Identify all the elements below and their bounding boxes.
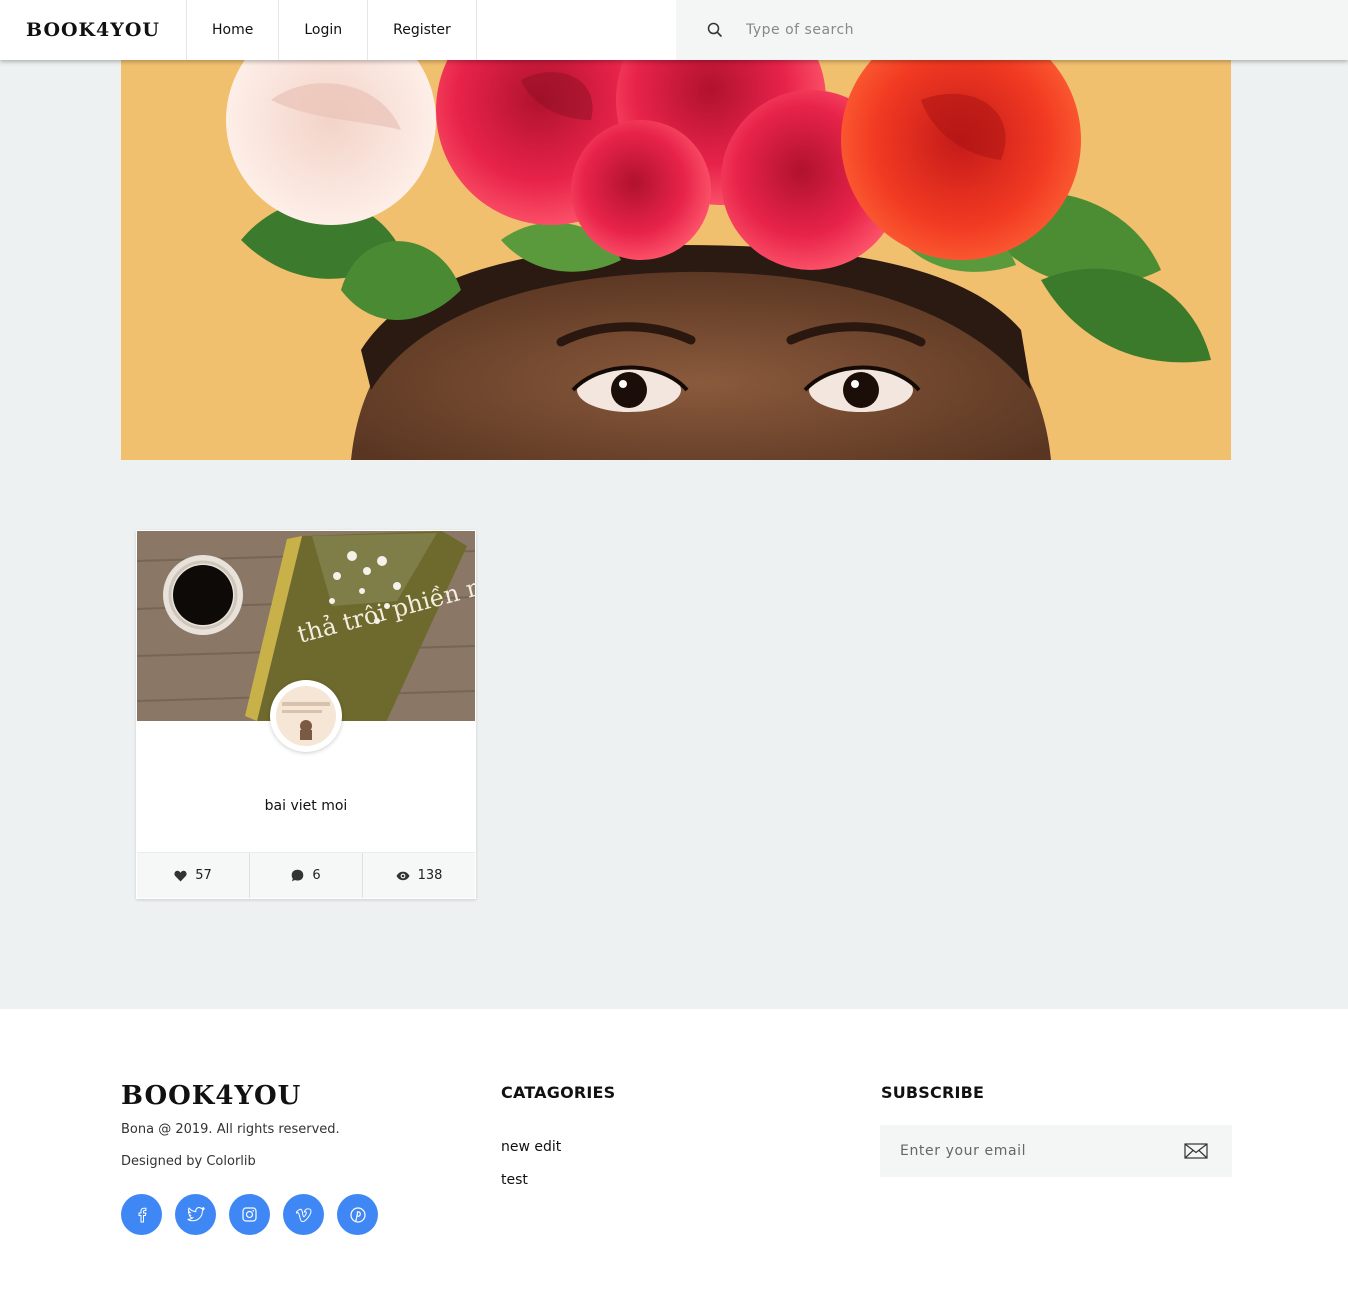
- copyright-text: Bona @ 2019. All rights reserved.: [121, 1122, 340, 1137]
- envelope-icon[interactable]: [1184, 1143, 1208, 1159]
- top-navbar: BOOK4YOU Home Login Register: [0, 0, 1348, 60]
- category-link-new-edit[interactable]: new edit: [501, 1139, 561, 1155]
- nav-home[interactable]: Home: [187, 0, 280, 60]
- vimeo-icon[interactable]: [283, 1194, 324, 1235]
- views-stat[interactable]: 138: [363, 853, 475, 898]
- views-count: 138: [417, 868, 443, 883]
- twitter-icon[interactable]: [175, 1194, 216, 1235]
- category-link-test[interactable]: test: [501, 1172, 528, 1188]
- search-input[interactable]: [746, 22, 1246, 38]
- facebook-icon[interactable]: [121, 1194, 162, 1235]
- heart-icon: [174, 870, 187, 881]
- likes-count: 57: [195, 868, 212, 883]
- footer-logo[interactable]: BOOK4YOU: [121, 1081, 301, 1111]
- author-avatar[interactable]: [270, 680, 342, 752]
- site-logo[interactable]: BOOK4YOU: [0, 0, 187, 60]
- avatar-image: [276, 686, 336, 746]
- nav-login[interactable]: Login: [279, 0, 369, 60]
- main-nav: Home Login Register: [187, 0, 477, 60]
- post-card[interactable]: thả trôi phiền muộn bai viet moi 57 6 13…: [136, 530, 476, 899]
- search-bar: [676, 0, 1348, 60]
- hero-banner-image: [121, 60, 1231, 460]
- post-stats: 57 6 138: [137, 852, 475, 898]
- categories-heading: CATAGORIES: [501, 1083, 616, 1102]
- eye-icon: [396, 871, 410, 880]
- subscribe-heading: SUBSCRIBE: [881, 1083, 985, 1102]
- comments-count: 6: [312, 868, 321, 883]
- comments-stat[interactable]: 6: [250, 853, 363, 898]
- search-icon[interactable]: [706, 21, 724, 39]
- pinterest-icon[interactable]: [337, 1194, 378, 1235]
- designed-by-text: Designed by Colorlib: [121, 1154, 256, 1169]
- social-links: [121, 1194, 391, 1235]
- email-input[interactable]: [900, 1143, 1170, 1159]
- nav-register[interactable]: Register: [368, 0, 477, 60]
- comment-icon: [292, 869, 304, 882]
- likes-stat[interactable]: 57: [137, 853, 250, 898]
- subscribe-form: [880, 1125, 1232, 1177]
- site-footer: BOOK4YOU Bona @ 2019. All rights reserve…: [0, 1009, 1348, 1303]
- instagram-icon[interactable]: [229, 1194, 270, 1235]
- hero-illustration: [121, 60, 1231, 460]
- post-title[interactable]: bai viet moi: [136, 798, 476, 814]
